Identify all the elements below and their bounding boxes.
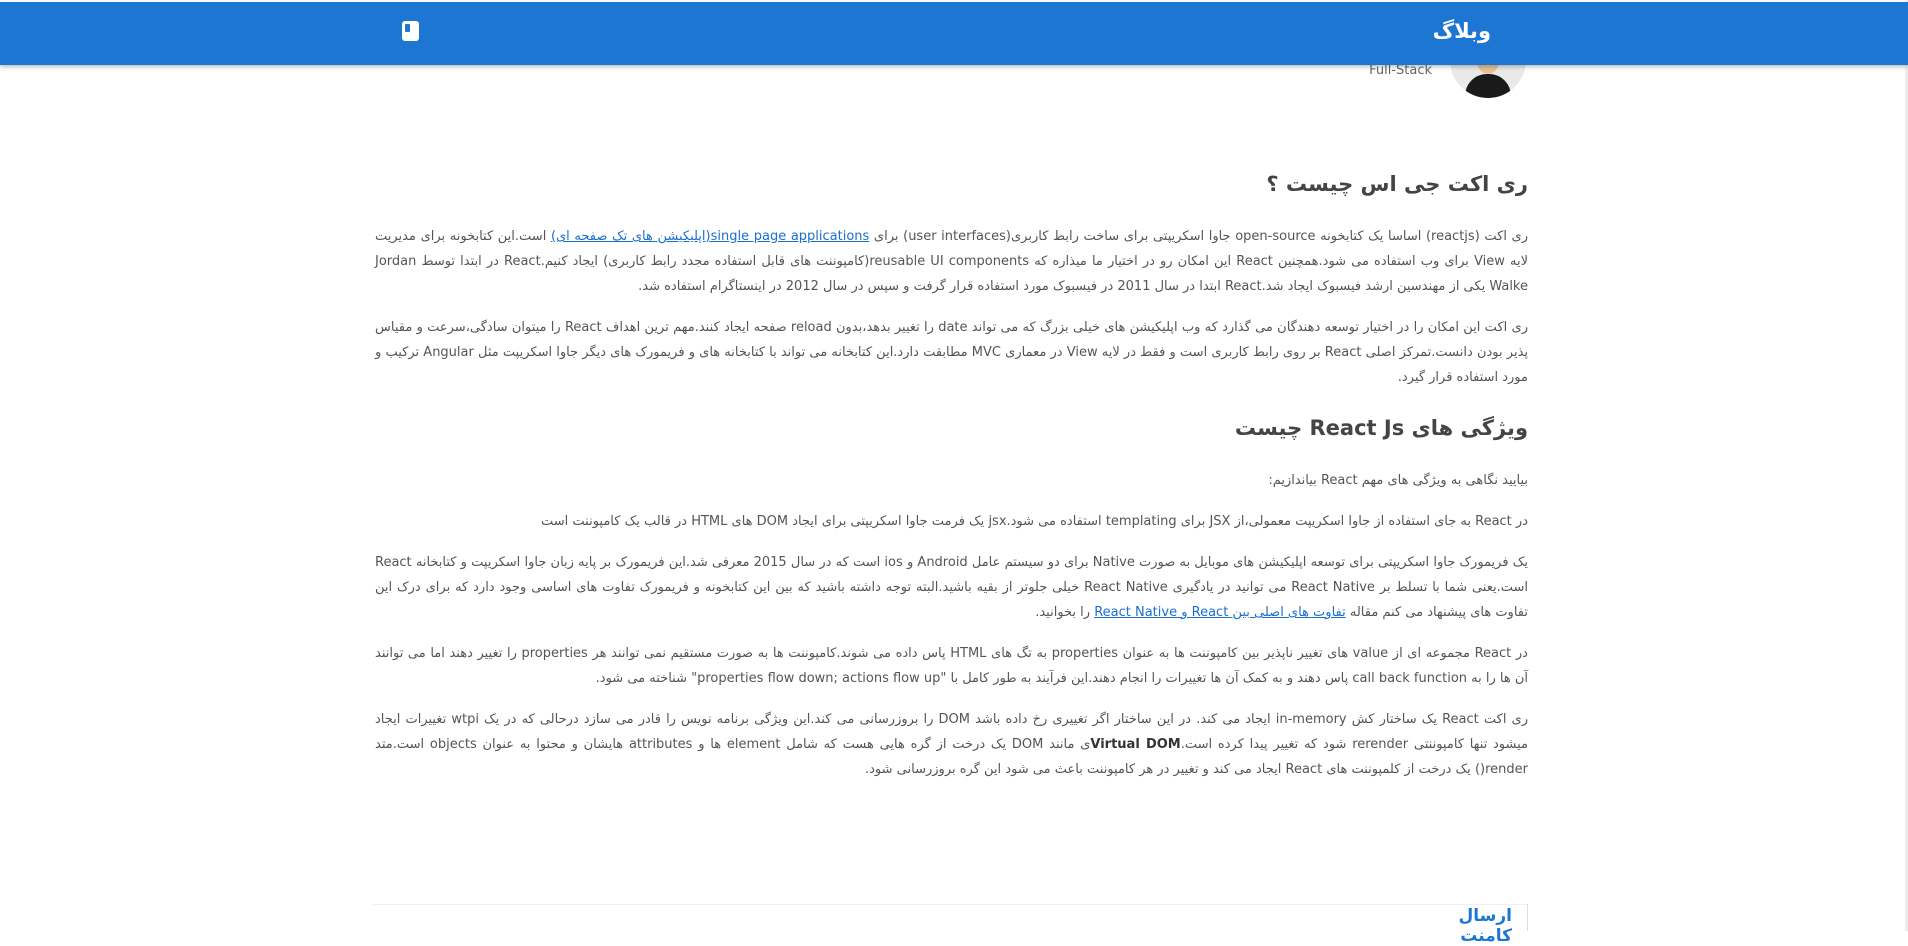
top-navbar: وبلاگ	[0, 2, 1908, 65]
article-heading-what-is-react: ری اکت جی اس چیست ؟	[1266, 172, 1528, 196]
react-native-link[interactable]: تفاوت های اصلی بین React و React Native	[1094, 605, 1346, 620]
comments-divider	[373, 904, 1528, 905]
book-icon[interactable]	[402, 21, 419, 41]
article-paragraph-3: بیایید نگاهی به ویژگی های مهم React بیان…	[1268, 473, 1528, 488]
site-brand[interactable]: وبلاگ	[1433, 19, 1491, 43]
paragraph-text: یک فریمورک جاوا اسکریپتی برای توسعه اپلی…	[375, 555, 1528, 620]
spa-link[interactable]: single page applications(اپلیکیشن های تک…	[551, 229, 869, 244]
author-role: Full-Stack	[1369, 63, 1432, 78]
article-paragraph-6: در React مجموعه ای از value های تغییر نا…	[375, 646, 1528, 686]
article-paragraph-5: یک فریمورک جاوا اسکریپتی برای توسعه اپلی…	[375, 550, 1528, 625]
paragraph-text: ری اکت (reactjs) اساسا یک کتابخونه open-…	[869, 229, 1529, 244]
article-paragraph-1: ری اکت (reactjs) اساسا یک کتابخونه open-…	[375, 224, 1528, 299]
virtual-dom-term: Virtual DOM	[1090, 737, 1181, 752]
paragraph-text: را بخوانید.	[1035, 605, 1095, 620]
article-paragraph-7: ری اکت React یک ساختار کش in-memory ایجا…	[375, 707, 1528, 782]
article-heading-features: ویژگی های React Js چیست	[1234, 416, 1528, 440]
comments-side-rule	[1527, 904, 1528, 931]
article-paragraph-2: ری اکت این امکان را در اختیار توسعه دهند…	[375, 320, 1529, 385]
article-paragraph-4: در React به جای استفاده از جاوا اسکریپت …	[541, 514, 1528, 529]
send-comment-title[interactable]: ارسال کامنت	[1402, 906, 1512, 946]
